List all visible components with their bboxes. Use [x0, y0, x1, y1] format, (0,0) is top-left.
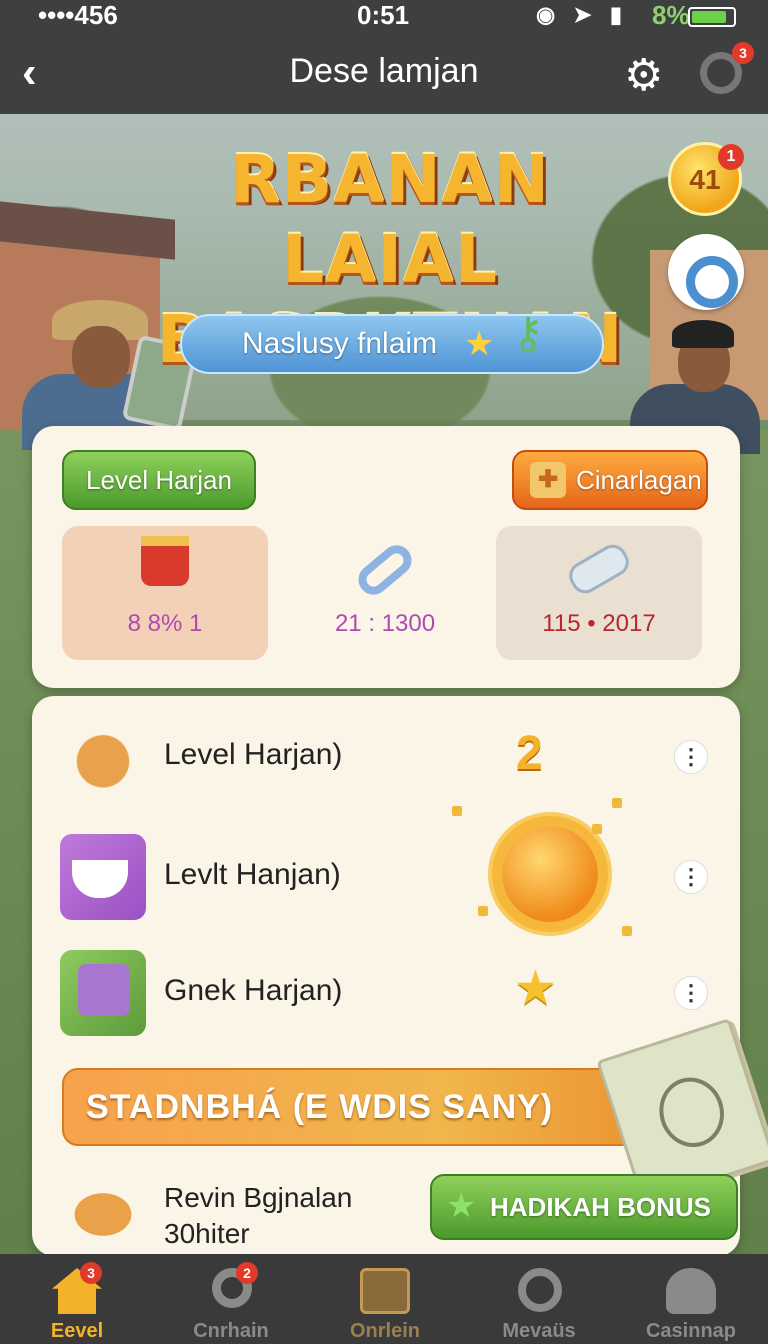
ticket-roll-icon — [496, 536, 702, 599]
headset-icon — [518, 1268, 562, 1312]
tab-label: Eevel — [50, 1320, 104, 1342]
tab-label: Mevaüs — [502, 1320, 576, 1342]
clock: 0:51 — [357, 0, 410, 30]
stat-value: 8 8% 1 — [127, 610, 203, 637]
list-item[interactable]: Level Harjan) ⋮ — [60, 712, 710, 804]
tab-badge: 2 — [236, 1262, 258, 1284]
stat-value: 21 : 1300 — [334, 610, 436, 637]
stat-tile-ticket[interactable]: 115 • 2017 — [496, 526, 702, 660]
list-item[interactable]: Levlt Hanjan) ⋮ — [60, 832, 710, 924]
gift-box-icon — [60, 950, 146, 1036]
levels-card: Level Harjan) ⋮ Levlt Hanjan) ⋮ Gnek Har… — [32, 696, 768, 1256]
mug-icon — [62, 536, 268, 599]
stat-tile-mug[interactable]: 8 8% 1 — [62, 526, 268, 660]
tab-profile[interactable]: Casinnap — [614, 1254, 768, 1344]
tab-label: Casinnap — [645, 1320, 737, 1342]
star-icon: ★ — [514, 962, 558, 1015]
sparkle — [478, 906, 488, 916]
key-icon: ⚷ — [512, 309, 545, 358]
status-bar: ••••456 0:51 ◉ ➤ ▮ 8% — [0, 0, 768, 34]
cake-icon — [60, 714, 146, 800]
chat-badge: 3 — [732, 42, 754, 64]
nav-bar: ‹ Dese lamjan ⚙ 3 — [0, 34, 768, 114]
tab-label: Cnrhain — [193, 1320, 269, 1342]
stat-value: 115 • 2017 — [542, 610, 656, 637]
battery-icon — [688, 7, 736, 27]
bottom-tab-bar: 3 Eevel 2 Cnrhain Onrlein Mevaüs Casinna… — [0, 1254, 768, 1344]
floating-number: 2 — [516, 727, 543, 780]
tab-search[interactable]: 2 Cnrhain — [154, 1254, 308, 1344]
sparkle — [452, 806, 462, 816]
puzzle-icon: ✚ — [530, 462, 566, 498]
tab-label: Onrlein — [349, 1320, 420, 1342]
sun-icon — [502, 826, 598, 922]
star-icon: ★ — [446, 1187, 477, 1225]
list-item-label: Levlt Hanjan) — [164, 858, 341, 891]
signal-strength: ••••456 — [38, 0, 118, 30]
tab-list[interactable]: Onrlein — [308, 1254, 462, 1344]
bonus-row: Revin Bgjnalan 30hiter HADIKAH BONUS ★ — [60, 1166, 738, 1256]
more-options-icon[interactable]: ⋮ — [674, 860, 708, 894]
more-options-icon[interactable]: ⋮ — [674, 976, 708, 1010]
stats-card: Level Harjan Cinarlagan ✚ 8 8% 1 21 : 13… — [32, 426, 740, 688]
teacup-icon — [60, 834, 146, 920]
level-button[interactable]: Level Harjan — [62, 450, 256, 510]
list-item[interactable]: Gnek Harjan) ⋮ — [60, 948, 710, 1040]
bonus-description-line1: Revin Bgjnalan — [164, 1182, 353, 1213]
list-item-label: Level Harjan) — [164, 738, 343, 771]
list-item-label: Gnek Harjan) — [164, 974, 343, 1007]
sparkle — [622, 926, 632, 936]
pastry-icon — [60, 1176, 146, 1246]
tab-level[interactable]: 3 Eevel — [0, 1254, 154, 1344]
coin-badge: 1 — [718, 144, 744, 170]
sparkle — [592, 824, 602, 834]
star-icon: ★ — [464, 325, 495, 363]
bonus-description: Revin Bgjnalan 30hiter — [164, 1180, 352, 1252]
status-icons: ◉ ➤ ▮ — [536, 2, 628, 27]
gear-icon[interactable]: ⚙ — [624, 50, 663, 101]
tab-badge: 3 — [80, 1262, 102, 1284]
stat-tile-chain[interactable]: 21 : 1300 — [282, 526, 488, 660]
compass-icon[interactable] — [668, 234, 744, 310]
hero-title-line1: RBANAN LAIAL — [230, 141, 550, 298]
battery-percent: 8% — [652, 0, 690, 30]
tab-support[interactable]: Mevaüs — [462, 1254, 616, 1344]
user-icon — [666, 1268, 716, 1314]
list-icon — [360, 1268, 410, 1314]
chain-link-icon — [282, 536, 488, 601]
more-options-icon[interactable]: ⋮ — [674, 740, 708, 774]
bonus-description-line2: 30hiter — [164, 1218, 250, 1249]
sparkle — [612, 798, 622, 808]
